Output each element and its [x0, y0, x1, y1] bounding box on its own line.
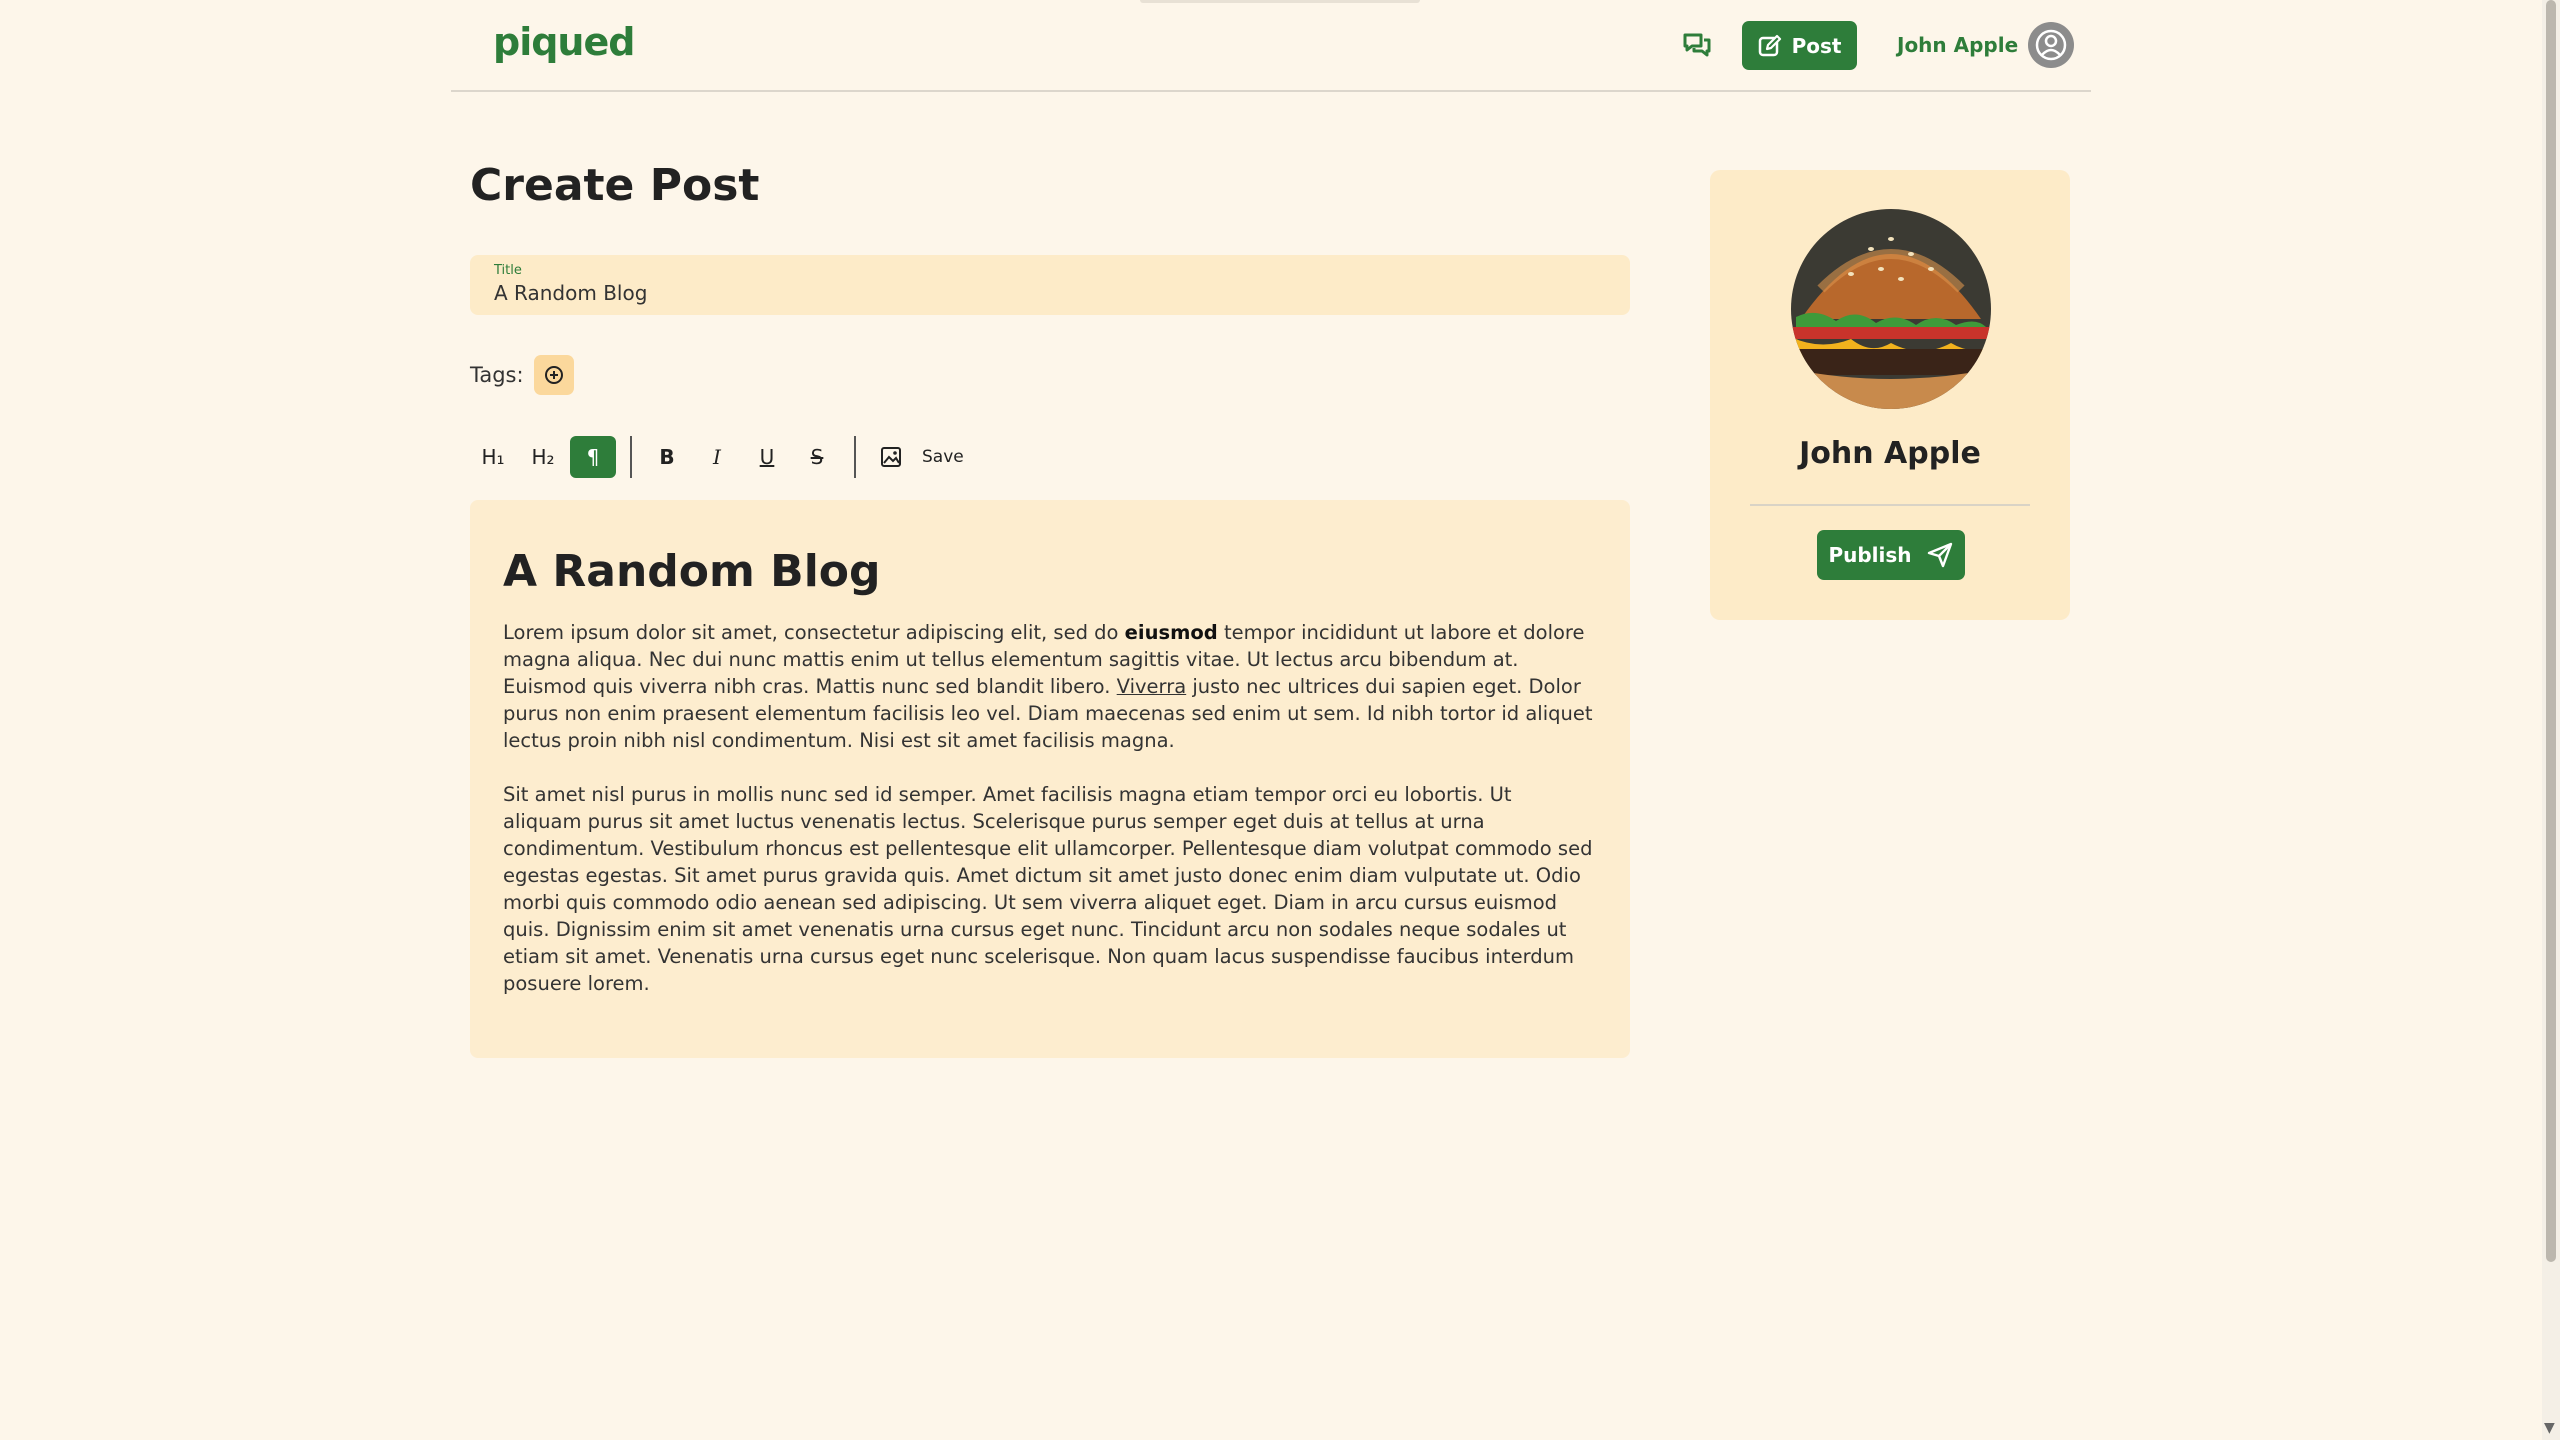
heading2-button[interactable]: H₂ — [520, 436, 566, 478]
save-button[interactable]: Save — [922, 447, 964, 467]
avatar — [2028, 22, 2075, 68]
title-field-label: Title — [494, 263, 522, 278]
page-scrollbar[interactable]: ▼ — [2542, 0, 2560, 1440]
bold-text: eiusmod — [1124, 621, 1218, 644]
new-post-button[interactable]: Post — [1742, 21, 1857, 70]
bold-button[interactable]: B — [644, 436, 690, 478]
publish-button-label: Publish — [1828, 543, 1912, 567]
publish-button[interactable]: Publish — [1817, 530, 1965, 580]
text-run: Lorem ipsum dolor sit amet, consectetur … — [503, 621, 1125, 644]
post-editor[interactable]: A Random Blog Lorem ipsum dolor sit amet… — [470, 500, 1630, 1058]
scroll-thumb[interactable] — [2546, 0, 2556, 1262]
add-tag-button[interactable] — [533, 355, 574, 395]
toolbar-divider — [854, 436, 856, 478]
title-input[interactable]: A Random Blog — [494, 281, 1606, 305]
image-icon — [881, 447, 901, 467]
editor-paragraph-2: Sit amet nisl purus in mollis nunc sed i… — [503, 783, 1593, 995]
insert-image-button[interactable] — [868, 436, 914, 478]
chat-icon — [1683, 33, 1711, 57]
editor-heading: A Random Blog — [503, 546, 881, 597]
top-nav: piqued Post John Apple — [451, 0, 2091, 92]
edit-icon — [1758, 34, 1781, 56]
heading1-button[interactable]: H₁ — [470, 436, 516, 478]
paragraph-button[interactable]: ¶ — [570, 436, 616, 478]
page-title: Create Post — [470, 160, 760, 211]
card-divider — [1750, 504, 2030, 506]
underlined-text: Viverra — [1116, 675, 1187, 698]
user-menu[interactable]: John Apple — [1897, 20, 2075, 70]
toolbar-divider — [630, 436, 632, 478]
plus-circle-icon — [544, 366, 563, 384]
profile-avatar — [1791, 209, 1991, 409]
messages-button[interactable] — [1677, 26, 1717, 66]
profile-card: John Apple Publish — [1710, 170, 2070, 620]
send-icon — [1927, 542, 1952, 568]
editor-toolbar: H₁ H₂ ¶ B I U S Save — [470, 434, 964, 480]
tags-row: Tags: — [470, 354, 574, 396]
strikethrough-button[interactable]: S — [794, 436, 840, 478]
user-name: John Apple — [1897, 33, 2019, 57]
user-icon — [2035, 29, 2067, 61]
title-field[interactable]: Title A Random Blog — [470, 255, 1630, 315]
italic-button[interactable]: I — [694, 436, 740, 478]
underline-button[interactable]: U — [744, 436, 790, 478]
logo[interactable]: piqued — [493, 20, 635, 64]
burger-image — [1791, 209, 1991, 409]
scroll-down-arrow-icon[interactable]: ▼ — [2544, 1420, 2555, 1436]
editor-paragraph-1: Lorem ipsum dolor sit amet, consectetur … — [503, 619, 1596, 754]
profile-name: John Apple — [1799, 436, 1981, 471]
tags-label: Tags: — [470, 363, 524, 387]
post-button-label: Post — [1791, 33, 1842, 58]
